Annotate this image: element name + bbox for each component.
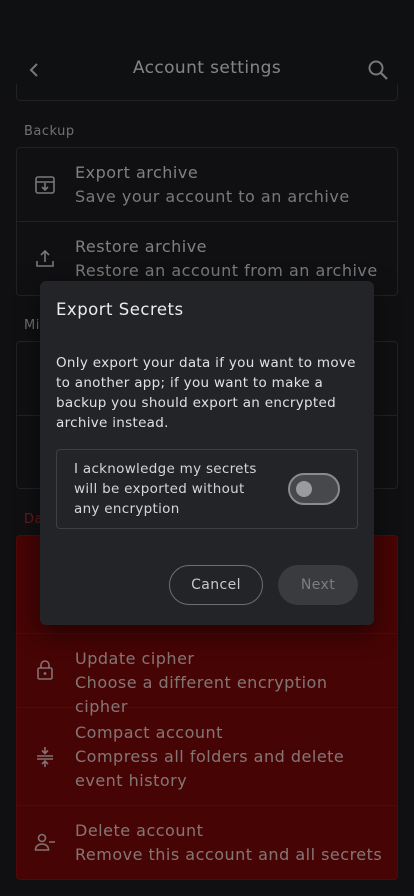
acknowledge-row[interactable]: I acknowledge my secrets will be exporte… [56, 449, 358, 529]
dialog-body-text: Only export your data if you want to mov… [56, 355, 356, 431]
export-secrets-dialog: Export Secrets Only export your data if … [40, 281, 374, 625]
account-settings-page: Account settings Backup Export archive S… [0, 0, 414, 896]
cancel-button[interactable]: Cancel [169, 565, 263, 605]
next-button[interactable]: Next [278, 565, 358, 605]
dialog-title: Export Secrets [56, 300, 184, 319]
acknowledge-toggle[interactable] [288, 473, 340, 505]
acknowledge-label: I acknowledge my secrets will be exporte… [74, 461, 257, 517]
toggle-knob [296, 481, 312, 497]
